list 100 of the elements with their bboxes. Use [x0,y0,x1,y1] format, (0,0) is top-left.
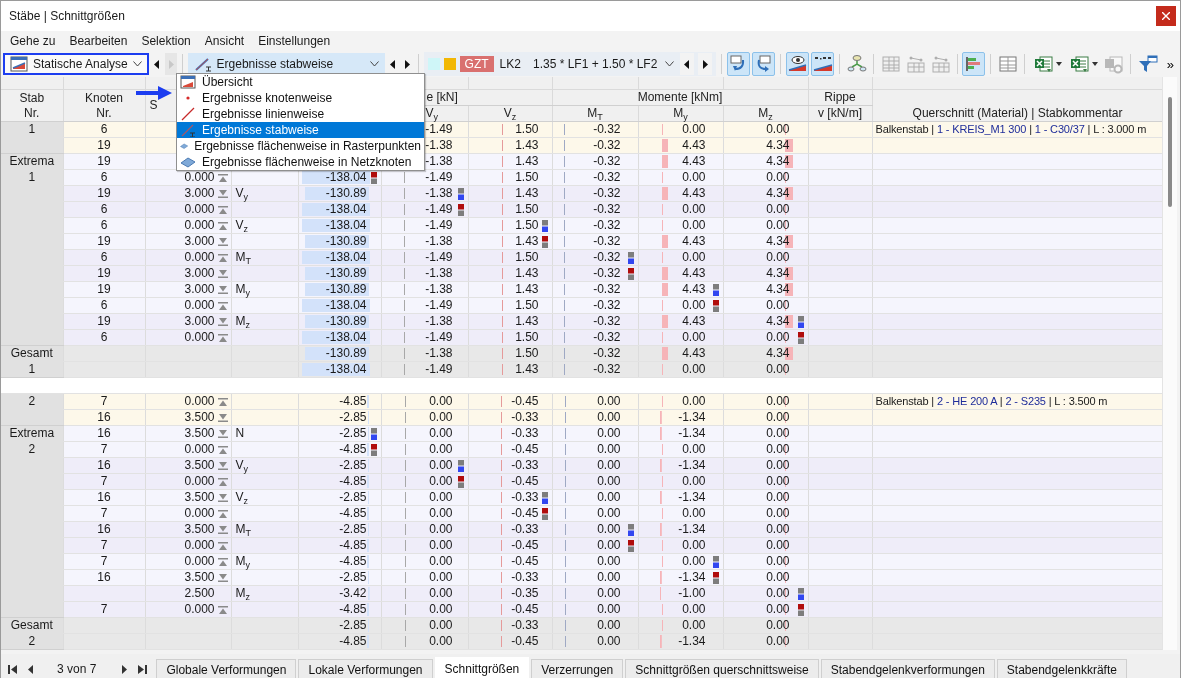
tab[interactable]: Stabendgelenkkräfte [996,659,1127,678]
result-value: 0.00 [682,442,706,457]
result-value: -0.32 [593,154,621,169]
row-label: 2 [28,442,36,456]
scrollbar[interactable] [1162,77,1177,650]
result-value: 0.00 [597,490,621,505]
menu-item[interactable]: Bearbeiten [62,34,135,48]
close-button[interactable] [1156,6,1176,26]
result-value: 4.43 [682,346,706,361]
eye-button[interactable] [785,52,809,76]
dropdown-item[interactable]: Übersicht [177,74,424,90]
location-value: 3.000 [184,234,215,249]
result-value: -130.89 [325,282,367,297]
result-value: -0.45 [511,634,539,649]
node-number: 19 [97,266,111,280]
result-value: 0.00 [682,602,706,617]
load-combination-dropdown[interactable]: 1.35 * LF1 + 1.50 * LF2 [530,53,677,75]
result-value: -0.32 [593,314,621,329]
result-value: 4.34 [766,282,790,297]
tab[interactable]: Verzerrungen [531,659,624,678]
result-value: 1.43 [515,234,539,249]
location-value: 0.000 [184,538,215,553]
result-value: 0.00 [429,394,453,409]
node-number: 16 [97,522,111,536]
result-value: 0.00 [429,570,453,585]
node-number: 6 [100,202,108,216]
row-label: 2 [28,634,36,648]
value-labels-button[interactable] [810,52,834,76]
tab[interactable]: Stabendgelenkverformungen [820,659,995,678]
result-value: -1.38 [425,314,453,329]
location-value: 0.000 [184,170,215,185]
result-value: -1.34 [678,410,706,425]
result-value: -0.32 [593,298,621,313]
node-number: 16 [97,410,111,424]
result-value: -2.85 [339,522,367,537]
result-value: 1.43 [515,362,539,377]
result-value: -0.45 [511,602,539,617]
result-value: 0.00 [682,170,706,185]
result-value: 1.50 [515,250,539,265]
result-value: 0.00 [766,426,790,441]
result-value: -0.32 [593,362,621,377]
result-value: 0.00 [597,522,621,537]
result-value: 0.00 [682,298,706,313]
select-up-button[interactable] [727,52,751,76]
row-label: 1 [28,362,36,376]
result-value: -1.34 [678,522,706,537]
select-down-button[interactable] [752,52,776,76]
node-number: 16 [97,490,111,504]
node-number: 6 [100,170,108,184]
result-value: 0.00 [597,586,621,601]
result-value: -0.45 [511,442,539,457]
result-value: 0.00 [597,426,621,441]
result-value: 4.34 [766,314,790,329]
result-value: 0.00 [682,618,706,633]
menu-item[interactable]: Ansicht [197,34,252,48]
member-description: Balkenstab | 2 - HE 200 A | 2 - S235 | L : 3.500 m [874,395,1108,407]
node-number: 16 [97,570,111,584]
result-value: -1.38 [425,186,453,201]
tab[interactable]: Schnittgrößen querschnittsweise [625,659,819,678]
tab[interactable]: Schnittgrößen [434,657,530,678]
node-number: 19 [97,138,111,152]
result-value: 0.00 [429,522,453,537]
results-dropdown[interactable]: Ergebnisse stabweise [187,53,385,75]
tab[interactable]: Globale Verformungen [156,659,297,678]
location-value: 0.000 [184,602,215,617]
menu-item[interactable]: Einstellungen [251,34,338,48]
dropdown-item[interactable]: Ergebnisse stabweise [177,122,424,138]
result-value: 0.00 [429,410,453,425]
result-value: 0.00 [766,506,790,521]
column-header: Knoten Nr. [63,89,145,122]
overflow-button[interactable]: » [1160,55,1178,73]
result-value: 0.00 [766,442,790,457]
result-value: 0.00 [597,458,621,473]
row-label: 2 [28,394,36,408]
result-value: 1.50 [515,298,539,313]
result-value: -0.45 [511,506,539,521]
menu-item[interactable]: Gehe zu [3,34,63,48]
result-value: -4.85 [339,602,367,617]
tab[interactable]: Lokale Verformungen [298,659,433,678]
result-value: -0.45 [511,554,539,569]
result-value: -4.85 [339,634,367,649]
dropdown-item[interactable]: Ergebnisse flächenweise in Netzknoten [177,154,424,170]
result-value: 4.43 [682,186,706,201]
result-value: -1.34 [678,490,706,505]
result-value: -1.49 [425,170,453,185]
menu-item[interactable]: Selektion [134,34,198,48]
result-value: 0.00 [429,426,453,441]
module-dropdown[interactable]: Statische Analyse [3,53,149,75]
result-value: 0.00 [597,410,621,425]
previous-button[interactable] [680,53,695,75]
next-button[interactable] [698,53,713,75]
result-value: 0.00 [766,122,790,137]
bar-chart-button[interactable] [962,52,986,76]
location-value: 3.500 [184,570,215,585]
location-value: 0.000 [184,330,215,345]
result-value: 0.00 [766,490,790,505]
result-value: -0.45 [511,474,539,489]
location-value: 3.000 [184,186,215,201]
result-value: 0.00 [766,298,790,313]
dropdown-item[interactable]: Ergebnisse flächenweise in Rasterpunkten [177,138,424,154]
